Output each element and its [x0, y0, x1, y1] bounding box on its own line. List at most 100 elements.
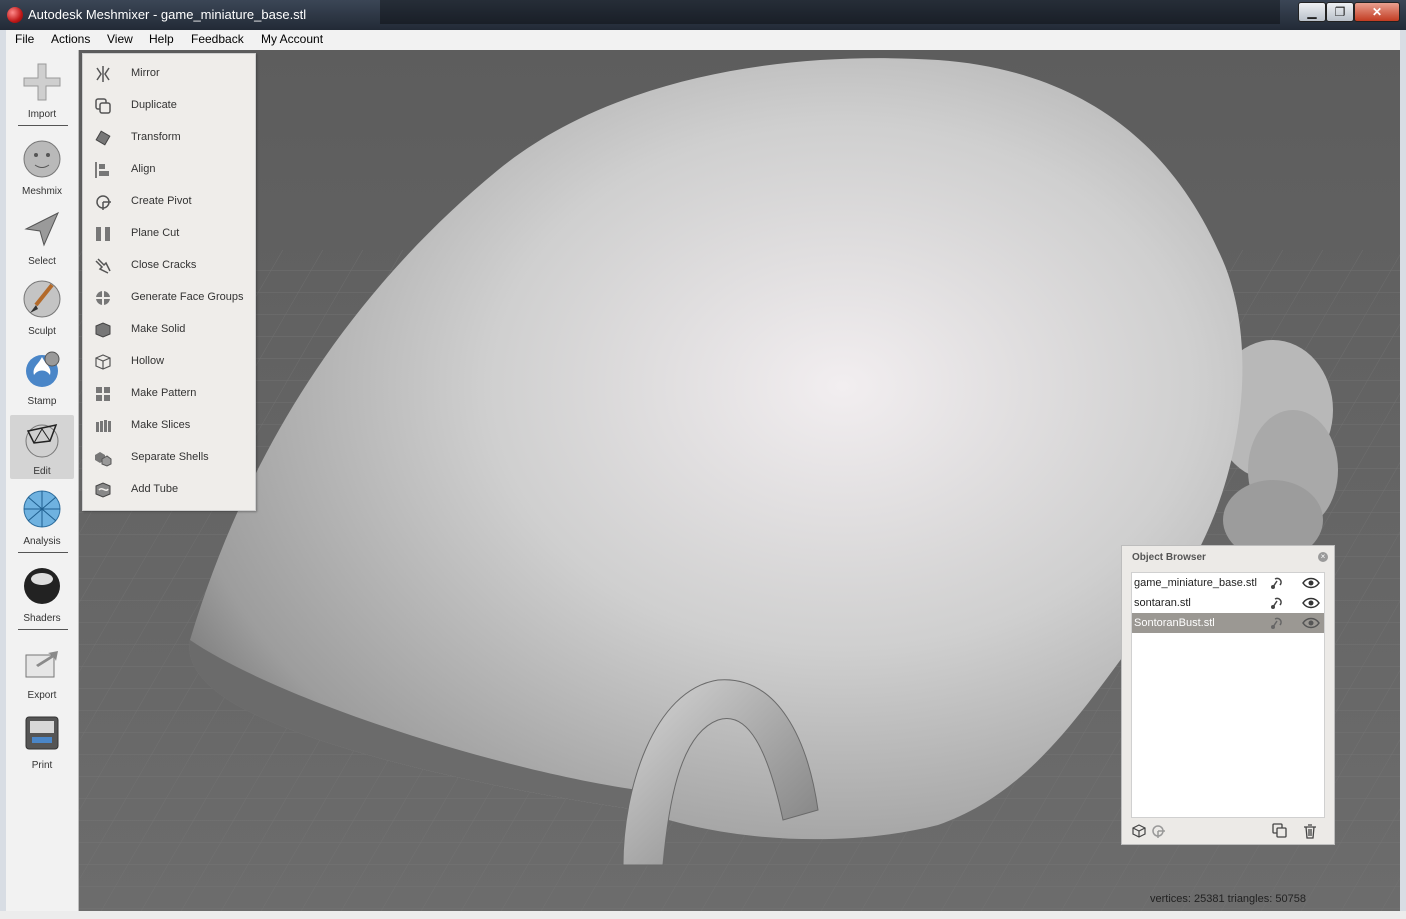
edit-menu-duplicate[interactable]: Duplicate [83, 90, 255, 122]
sculpt-button[interactable]: Sculpt [10, 275, 74, 339]
menu-bar: File Actions View Help Feedback My Accou… [6, 30, 1400, 51]
edit-menu-label: Close Cracks [131, 259, 197, 271]
toolbar-divider [18, 552, 68, 553]
hollow-icon [95, 354, 111, 370]
analysis-label: Analysis [23, 536, 61, 547]
import-label: Import [27, 109, 57, 120]
select-label: Select [28, 256, 56, 267]
object-row-selected[interactable]: SontoranBust.stl [1132, 613, 1324, 633]
background-window-ghost [380, 0, 1280, 24]
toolbar-divider [18, 125, 68, 126]
edit-menu-hollow[interactable]: Hollow [83, 346, 255, 378]
object-browser-title: Object Browser [1132, 552, 1206, 563]
edit-menu-label: Make Slices [131, 419, 191, 431]
close-button[interactable]: ✕ [1354, 2, 1400, 22]
object-row[interactable]: sontaran.stl [1132, 593, 1324, 613]
object-browser-close-button[interactable]: × [1318, 552, 1328, 562]
meshmix-button[interactable]: Meshmix [10, 135, 74, 199]
cube-icon[interactable] [1131, 823, 1147, 839]
edit-menu-mirror[interactable]: Mirror [83, 58, 255, 90]
edit-menu-make-slices[interactable]: Make Slices [83, 410, 255, 442]
meshmix-label: Meshmix [21, 186, 62, 197]
close-cracks-icon [95, 258, 111, 274]
edit-menu-plane-cut[interactable]: Plane Cut [83, 218, 255, 250]
title-bar: Autodesk Meshmixer - game_miniature_base… [0, 0, 1406, 30]
edit-button[interactable]: Edit [10, 415, 74, 479]
menu-file[interactable]: File [15, 32, 34, 46]
visibility-eye-icon[interactable] [1302, 577, 1320, 589]
edit-menu-label: Hollow [131, 355, 165, 367]
stamp-button[interactable]: Stamp [10, 345, 74, 409]
brush-icon [23, 280, 61, 318]
edit-menu-separate-shells[interactable]: Separate Shells [83, 442, 255, 474]
arrow-cursor-icon [24, 211, 60, 247]
shaders-button[interactable]: Shaders [10, 562, 74, 626]
window-bottom-edge [0, 911, 1406, 919]
shells-icon [95, 452, 112, 467]
sculpt-label: Sculpt [28, 326, 56, 337]
edit-menu-transform[interactable]: Transform [83, 122, 255, 154]
edit-menu-close-cracks[interactable]: Close Cracks [83, 250, 255, 282]
edit-menu-label: Mirror [131, 67, 160, 79]
lock-object-icon[interactable] [1270, 596, 1284, 610]
object-name: game_miniature_base.stl [1134, 577, 1257, 589]
object-name: sontaran.stl [1134, 597, 1191, 609]
trash-icon[interactable] [1302, 823, 1318, 839]
stamp-icon [26, 351, 60, 387]
edit-menu-make-solid[interactable]: Make Solid [83, 314, 255, 346]
export-icon [25, 651, 58, 678]
meshmix-face-icon [23, 140, 61, 178]
edit-menu-label: Transform [131, 131, 181, 143]
object-list: game_miniature_base.stl sontaran.stl Son… [1131, 572, 1325, 818]
menu-actions[interactable]: Actions [51, 32, 90, 46]
transform-icon [95, 130, 111, 146]
object-row[interactable]: game_miniature_base.stl [1132, 573, 1324, 593]
window-frame-right [1400, 30, 1406, 911]
pivot-icon[interactable] [1150, 823, 1166, 839]
maximize-button[interactable]: ❐ [1326, 2, 1354, 22]
print-label: Print [31, 760, 53, 771]
edit-menu-create-pivot[interactable]: Create Pivot [83, 186, 255, 218]
menu-help[interactable]: Help [149, 32, 174, 46]
edit-menu-align[interactable]: Align [83, 154, 255, 186]
plane-cut-icon [96, 227, 110, 241]
menu-view[interactable]: View [107, 32, 133, 46]
export-button[interactable]: Export [10, 639, 74, 703]
object-browser-panel: Object Browser × game_miniature_base.stl… [1121, 545, 1335, 845]
edit-menu-make-pattern[interactable]: Make Pattern [83, 378, 255, 410]
select-button[interactable]: Select [10, 205, 74, 269]
edit-menu-label: Create Pivot [131, 195, 192, 207]
edit-menu-label: Duplicate [131, 99, 177, 111]
tube-icon [95, 482, 111, 498]
analysis-button[interactable]: Analysis [10, 485, 74, 549]
edit-wire-icon [25, 423, 59, 458]
print-button[interactable]: Print [10, 709, 74, 773]
lock-object-icon[interactable] [1270, 616, 1284, 630]
analysis-sphere-icon [23, 490, 61, 528]
pattern-icon [96, 387, 110, 401]
edit-menu-label: Generate Face Groups [131, 291, 244, 303]
pivot-icon [96, 195, 111, 210]
edit-menu-label: Align [131, 163, 156, 175]
edit-menu-generate-face-groups[interactable]: Generate Face Groups [83, 282, 255, 314]
menu-feedback[interactable]: Feedback [191, 32, 244, 46]
plus-icon [23, 63, 61, 101]
edit-menu-label: Make Solid [131, 323, 186, 335]
edit-menu-add-tube[interactable]: Add Tube [83, 474, 255, 506]
face-groups-icon [96, 291, 110, 305]
visibility-eye-icon[interactable] [1302, 617, 1320, 629]
make-solid-icon [95, 322, 111, 338]
menu-my-account[interactable]: My Account [261, 32, 323, 46]
printer-icon [25, 716, 59, 750]
mesh-stats-status: vertices: 25381 triangles: 50758 [1150, 893, 1306, 905]
edit-label: Edit [33, 466, 51, 477]
export-label: Export [27, 690, 57, 701]
minimize-button[interactable]: ▁ [1298, 2, 1326, 22]
lock-object-icon[interactable] [1270, 576, 1284, 590]
duplicate-icon[interactable] [1272, 823, 1288, 839]
import-button[interactable]: Import [10, 58, 74, 122]
stamp-label: Stamp [27, 396, 57, 407]
meshmixer-app-icon [7, 7, 23, 23]
toolbar-divider [18, 629, 68, 630]
visibility-eye-icon[interactable] [1302, 597, 1320, 609]
